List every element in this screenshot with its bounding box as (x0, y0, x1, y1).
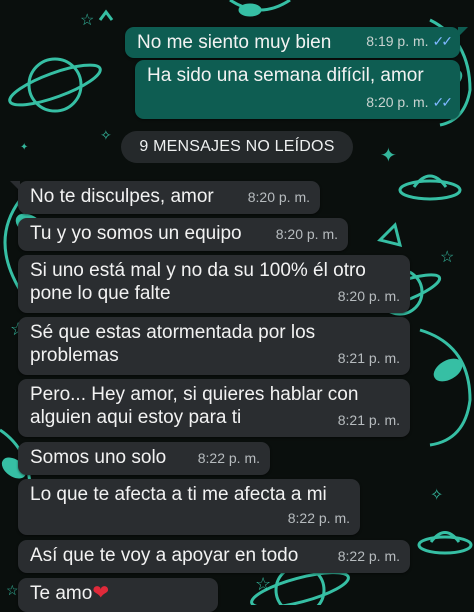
message-time: 8:20 p. m. (366, 94, 429, 110)
message-bubble-incoming[interactable]: Pero... Hey amor, si quieres hablar con … (18, 379, 410, 437)
message-text: Te amo (30, 583, 93, 604)
message-bubble-incoming[interactable]: Sé que estas atormentada por los problem… (18, 317, 410, 375)
double-check-icon: ✓✓ (432, 33, 454, 49)
message-bubble-outgoing[interactable]: No me siento muy bien 8:19 p. m. ✓✓ (125, 27, 468, 58)
double-check-icon: ✓✓ (432, 94, 454, 110)
star-icon: ☆ (255, 574, 271, 594)
message-bubble-incoming[interactable]: Lo que te afecta a ti me afecta a mi 8:2… (18, 479, 360, 535)
message-text: Sé que estas atormentada por los problem… (30, 322, 316, 366)
bubble-tail (10, 181, 20, 191)
message-time: 8:22 p. m. (337, 548, 400, 564)
ufo-icon (398, 174, 462, 201)
message-text: Así que te voy a apoyar en todo (30, 545, 299, 566)
message-text: No me siento muy bien (137, 32, 332, 53)
alien-icon (229, 0, 291, 17)
message-time: 8:20 p. m. (247, 189, 310, 205)
rocket-icon (377, 222, 403, 248)
message-time: 8:22 p. m. (287, 510, 350, 526)
message-meta: 8:19 p. m. ✓✓ (366, 30, 454, 53)
bubble-tail (458, 27, 468, 37)
message-time: 8:22 p. m. (197, 450, 260, 466)
message-time: 8:21 p. m. (337, 350, 400, 366)
message-text: No te disculpes, amor (30, 186, 214, 207)
message-text: Tu y yo somos un equipo (30, 223, 242, 244)
message-text: Lo que te afecta a ti me afecta a mi (30, 484, 327, 505)
star-icon: ✧ (100, 127, 112, 143)
message-time: 8:20 p. m. (275, 226, 338, 242)
message-text: Ha sido una semana difícil, amor (147, 65, 424, 86)
message-text: Pero... Hey amor, si quieres hablar con … (30, 384, 359, 428)
message-time: 8:21 p. m. (337, 412, 400, 428)
message-bubble-incoming[interactable]: Tu y yo somos un equipo 8:20 p. m. (18, 218, 348, 251)
message-text: Si uno está mal y no da su 100% él otro … (30, 260, 366, 304)
message-bubble-outgoing[interactable]: Ha sido una semana difícil, amor 8:20 p.… (135, 60, 460, 119)
message-bubble-incoming[interactable]: Te amo❤ (18, 578, 218, 612)
message-bubble-incoming[interactable]: Así que te voy a apoyar en todo 8:22 p. … (18, 540, 410, 573)
message-meta: 8:20 p. m. ✓✓ (366, 91, 454, 114)
alien-icon (419, 328, 472, 447)
ufo-icon (417, 531, 473, 555)
message-bubble-incoming[interactable]: No te disculpes, amor 8:20 p. m. (10, 181, 320, 214)
unread-messages-banner: 9 MENSAJES NO LEÍDOS (121, 131, 353, 163)
message-time: 8:19 p. m. (366, 33, 429, 49)
star-icon: ☆ (80, 12, 94, 29)
star-icon: ☆ (440, 249, 454, 266)
planet-icon (8, 57, 102, 113)
star-icon: ✦ (20, 142, 28, 153)
message-time: 8:20 p. m. (337, 288, 400, 304)
rocket-icon (98, 9, 114, 21)
star-icon: ✧ (430, 487, 443, 504)
star-icon: ☆ (6, 582, 19, 598)
message-bubble-incoming[interactable]: Somos uno solo 8:22 p. m. (18, 442, 270, 475)
red-heart-emoji: ❤ (92, 582, 110, 604)
message-bubble-incoming[interactable]: Si uno está mal y no da su 100% él otro … (18, 255, 410, 313)
star-icon: ✦ (380, 145, 397, 167)
message-text: Somos uno solo (30, 447, 167, 468)
